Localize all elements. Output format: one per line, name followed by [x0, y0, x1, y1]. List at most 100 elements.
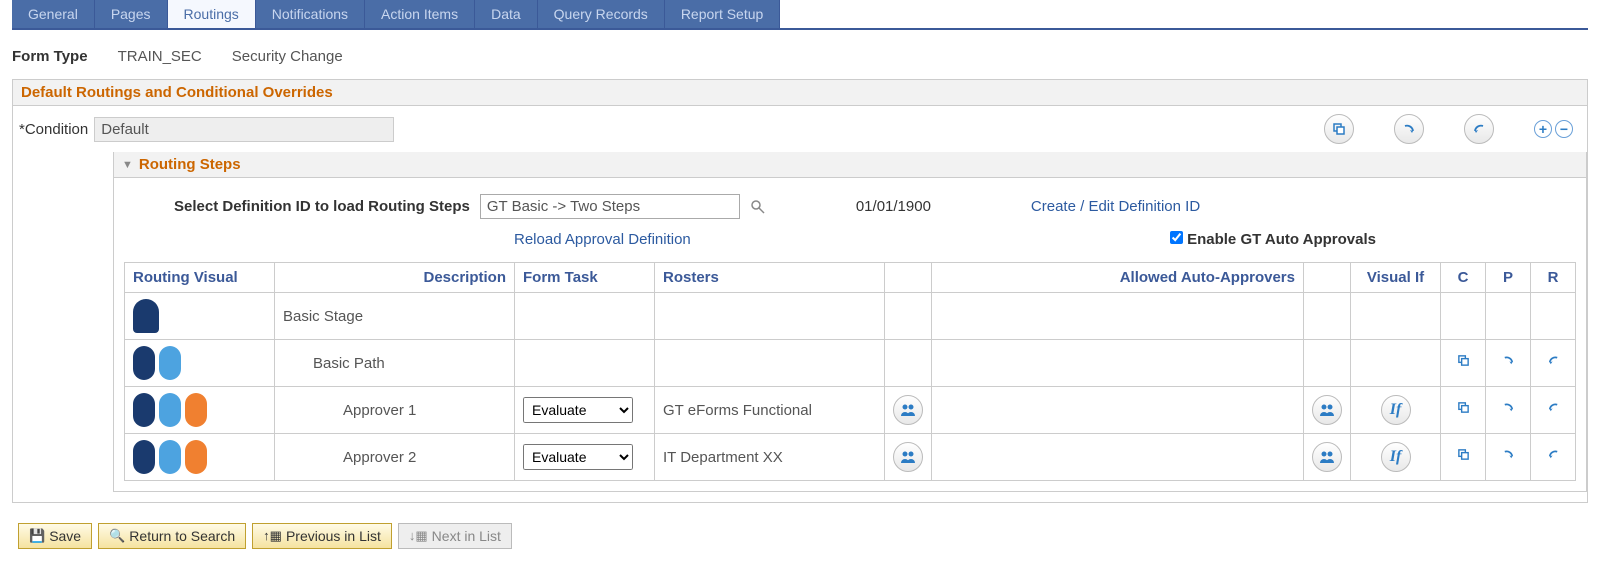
condition-label: Condition — [19, 121, 88, 138]
visual-if-cell — [1351, 293, 1441, 340]
tab-pages[interactable]: Pages — [95, 0, 168, 28]
step-capsule-icon — [185, 440, 207, 474]
table-row: Approver 1EvaluateGT eForms FunctionalIf — [125, 387, 1576, 434]
tab-notifications[interactable]: Notifications — [256, 0, 365, 28]
visual-if-cell: If — [1351, 387, 1441, 434]
col-auto-approvers: Allowed Auto-Approvers — [932, 263, 1304, 293]
next-label: Next in List — [432, 528, 501, 544]
lookup-icon[interactable] — [750, 199, 766, 215]
definition-date: 01/01/1900 — [856, 198, 931, 215]
section-title: Default Routings and Conditional Overrid… — [13, 80, 1587, 106]
description-cell: Approver 1 — [275, 387, 515, 434]
description-cell: Approver 2 — [275, 434, 515, 481]
copy-icon[interactable] — [1457, 401, 1470, 418]
col-rosters: Rosters — [655, 263, 885, 293]
definition-input[interactable] — [480, 194, 740, 219]
save-button[interactable]: 💾 Save — [18, 523, 92, 549]
roster-people-icon[interactable] — [893, 395, 923, 425]
return-label: Return to Search — [129, 528, 235, 544]
next-in-list-button: ↓▦ Next in List — [398, 523, 512, 549]
routing-steps-header[interactable]: ▼ Routing Steps — [114, 152, 1586, 178]
undo-icon[interactable] — [1547, 448, 1560, 465]
form-task-cell: Evaluate — [515, 434, 655, 481]
roster-button-cell — [885, 434, 932, 481]
stage-capsule-icon — [133, 440, 155, 474]
roster-people-icon[interactable] — [893, 442, 923, 472]
definition-label: Select Definition ID to load Routing Ste… — [174, 198, 470, 215]
tab-general[interactable]: General — [12, 0, 95, 28]
table-row: Approver 2EvaluateIT Department XXIf — [125, 434, 1576, 481]
return-to-search-button[interactable]: 🔍 Return to Search — [98, 523, 246, 549]
down-arrow-icon[interactable] — [1394, 114, 1424, 144]
auto-approvers-cell — [932, 340, 1304, 387]
auto-button-cell — [1304, 293, 1351, 340]
form-task-cell — [515, 340, 655, 387]
visual-if-icon[interactable]: If — [1381, 442, 1411, 472]
auto-button-cell — [1304, 434, 1351, 481]
routings-box: Default Routings and Conditional Overrid… — [12, 79, 1588, 503]
cpr-cell-r — [1531, 387, 1576, 434]
tab-report-setup[interactable]: Report Setup — [665, 0, 781, 28]
previous-in-list-button[interactable]: ↑▦ Previous in List — [252, 523, 392, 549]
stage-capsule-icon — [133, 393, 155, 427]
auto-button-cell — [1304, 340, 1351, 387]
auto-approver-people-icon[interactable] — [1312, 442, 1342, 472]
routing-steps-table: Routing Visual Description Form Task Ros… — [124, 262, 1576, 481]
roster-cell — [655, 340, 885, 387]
form-task-select[interactable]: Evaluate — [523, 444, 633, 470]
reload-link[interactable]: Reload Approval Definition — [514, 231, 691, 248]
create-edit-link[interactable]: Create / Edit Definition ID — [1031, 198, 1200, 215]
next-icon: ↓▦ — [409, 528, 428, 544]
tab-data[interactable]: Data — [475, 0, 538, 28]
tab-action-items[interactable]: Action Items — [365, 0, 475, 28]
remove-row-icon[interactable]: − — [1555, 120, 1573, 138]
routing-visual-cell — [125, 387, 275, 434]
copy-icon[interactable] — [1457, 448, 1470, 465]
auto-approvers-cell — [932, 293, 1304, 340]
auto-approvers-cell — [932, 434, 1304, 481]
form-type-code: TRAIN_SEC — [118, 48, 202, 65]
condition-toolbar: + − — [1324, 114, 1581, 144]
prev-label: Previous in List — [286, 528, 381, 544]
form-task-select[interactable]: Evaluate — [523, 397, 633, 423]
tab-routings[interactable]: Routings — [168, 0, 256, 28]
routing-visual-cell — [125, 293, 275, 340]
path-capsule-icon — [159, 440, 181, 474]
table-row: Basic Stage — [125, 293, 1576, 340]
roster-button-cell — [885, 387, 932, 434]
col-routing-visual: Routing Visual — [125, 263, 275, 293]
form-task-cell: Evaluate — [515, 387, 655, 434]
copy-icon[interactable] — [1457, 354, 1470, 371]
description-cell: Basic Path — [275, 340, 515, 387]
cpr-cell-r — [1531, 293, 1576, 340]
visual-if-icon[interactable]: If — [1381, 395, 1411, 425]
collapse-icon[interactable]: ▼ — [122, 159, 133, 171]
col-p: P — [1486, 263, 1531, 293]
move-down-icon[interactable] — [1502, 448, 1515, 465]
form-task-cell — [515, 293, 655, 340]
add-row-icon[interactable]: + — [1534, 120, 1552, 138]
col-r: R — [1531, 263, 1576, 293]
move-down-icon[interactable] — [1502, 401, 1515, 418]
undo-icon[interactable] — [1464, 114, 1494, 144]
definition-row: Select Definition ID to load Routing Ste… — [114, 178, 1586, 225]
cpr-cell-p — [1486, 387, 1531, 434]
enable-auto-label: Enable GT Auto Approvals — [1187, 231, 1376, 248]
col-visual-if: Visual If — [1351, 263, 1441, 293]
copy-icon[interactable] — [1324, 114, 1354, 144]
move-down-icon[interactable] — [1502, 354, 1515, 371]
description-cell: Basic Stage — [275, 293, 515, 340]
undo-icon[interactable] — [1547, 401, 1560, 418]
roster-button-cell — [885, 340, 932, 387]
routing-steps-title: Routing Steps — [139, 156, 241, 173]
condition-input[interactable] — [94, 117, 394, 142]
roster-button-cell — [885, 293, 932, 340]
form-type-label: Form Type — [12, 48, 88, 65]
tab-bar: General Pages Routings Notifications Act… — [12, 0, 1588, 30]
tab-query-records[interactable]: Query Records — [538, 0, 665, 28]
enable-auto-checkbox[interactable] — [1170, 231, 1183, 244]
auto-approver-people-icon[interactable] — [1312, 395, 1342, 425]
path-capsule-icon — [159, 393, 181, 427]
undo-icon[interactable] — [1547, 354, 1560, 371]
form-type-desc: Security Change — [232, 48, 343, 65]
